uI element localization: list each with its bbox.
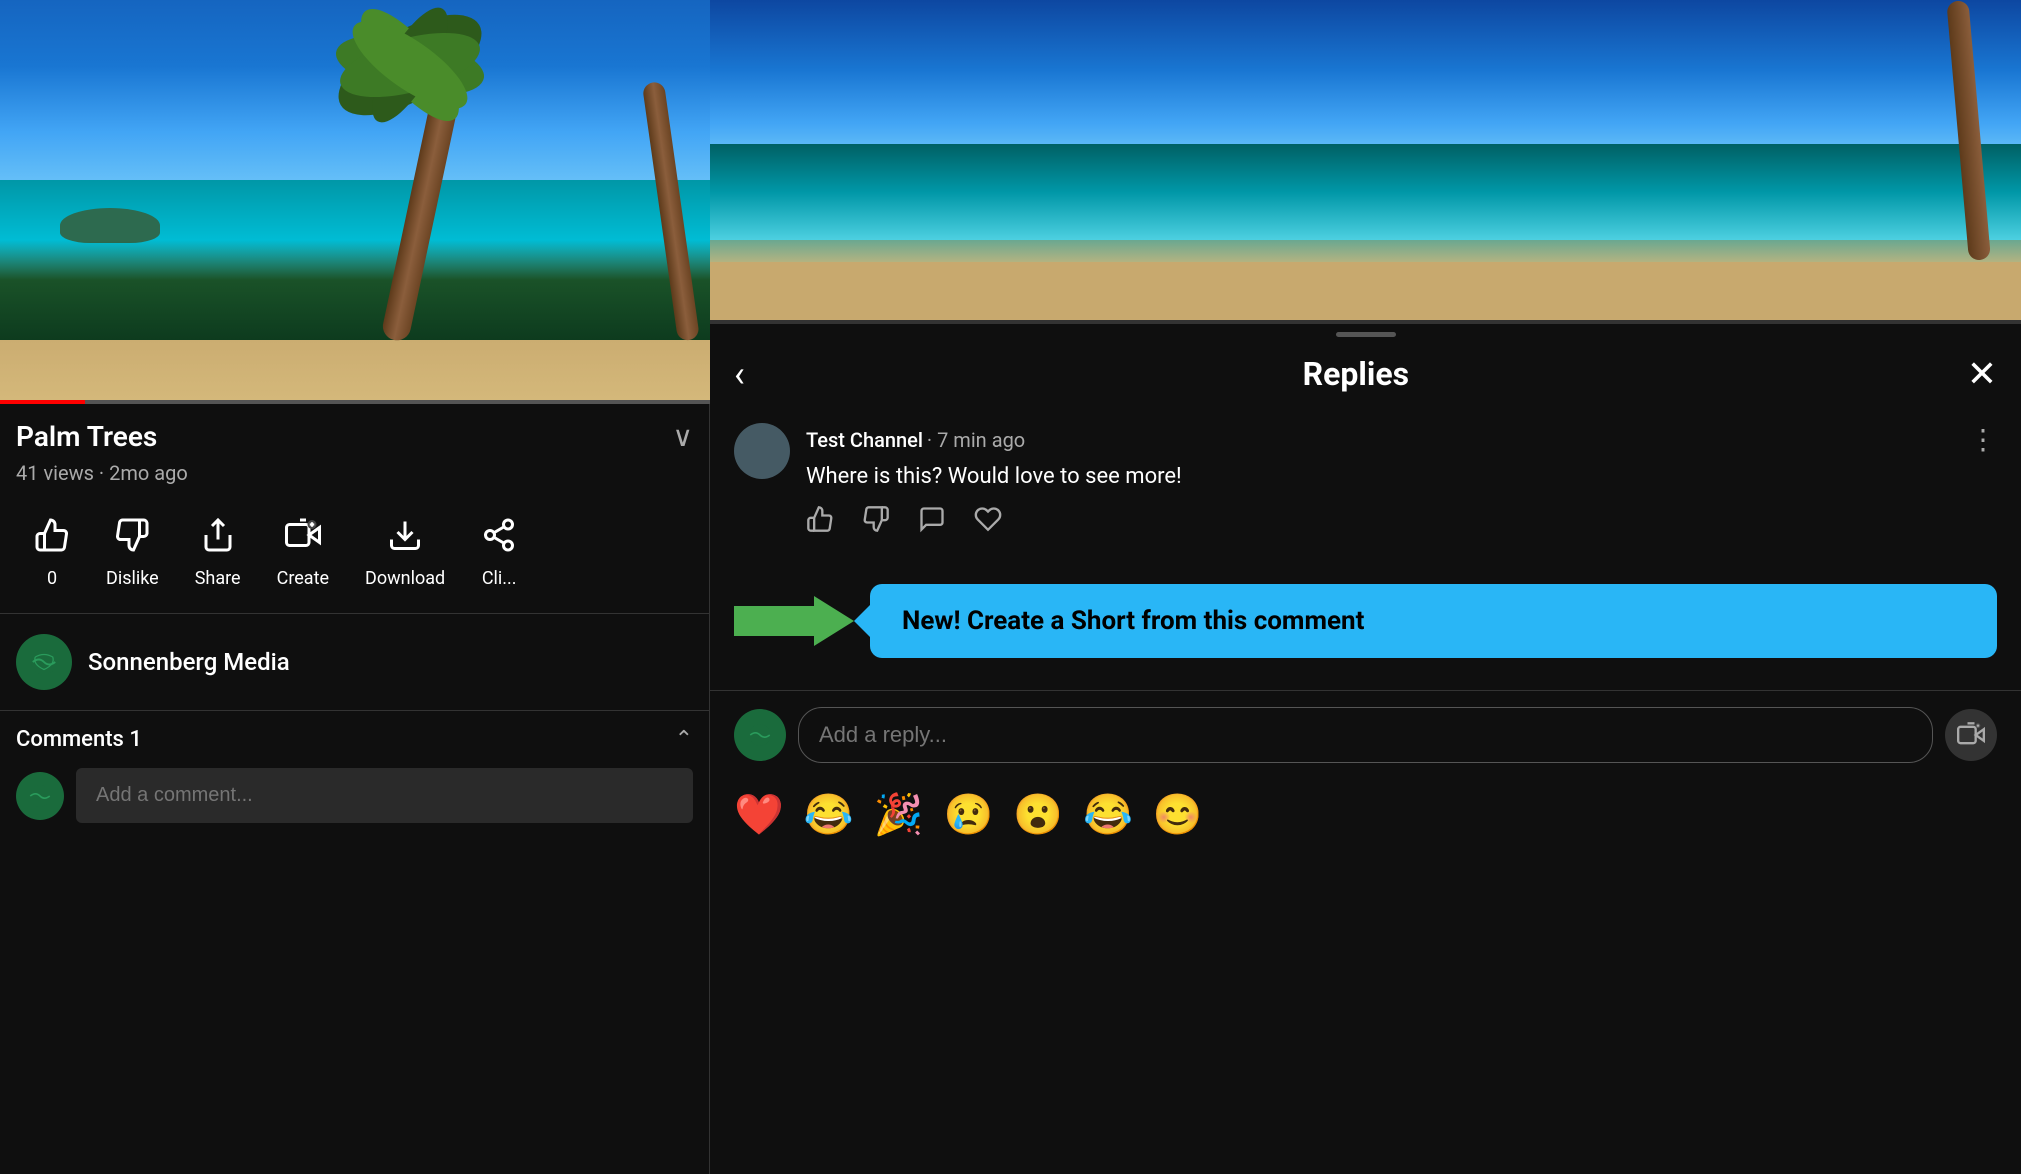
emoji-wow[interactable]: 😮: [1013, 791, 1063, 838]
emoji-row: ❤️ 😂 🎉 😢 😮 😂 😊: [710, 779, 2021, 850]
reply-heart-button[interactable]: [974, 505, 1002, 540]
video-thumbnail[interactable]: [0, 0, 710, 400]
comments-section: Comments 1 ⌃: [0, 711, 709, 839]
clip-label: Cli...: [482, 568, 517, 589]
comment-input-row: [16, 768, 693, 823]
reply-comment-text: Where is this? Would love to see more!: [806, 462, 1997, 493]
video-meta: 41 views · 2mo ago: [0, 461, 709, 501]
island-bg: [60, 208, 160, 243]
dislike-icon: [114, 517, 150, 562]
dislike-button[interactable]: Dislike: [88, 509, 177, 597]
replies-header: ‹ Replies ✕: [710, 345, 2021, 411]
emoji-laugh[interactable]: 😂: [804, 791, 854, 838]
create-short-feature-bubble[interactable]: New! Create a Short from this comment: [870, 584, 1997, 658]
reply-comment: Test Channel · 7 min ago ⋮ Where is this…: [710, 411, 2021, 552]
clip-icon: [481, 517, 517, 562]
reply-like-button[interactable]: [806, 505, 834, 540]
channel-row[interactable]: Sonnenberg Media: [0, 614, 709, 711]
reply-dislike-button[interactable]: [862, 505, 890, 540]
left-panel: Palm Trees ∨ 41 views · 2mo ago 0: [0, 0, 710, 1174]
like-icon: [34, 517, 70, 562]
reply-time: ·: [927, 428, 937, 452]
channel-avatar: [16, 634, 72, 690]
comments-count: 1: [129, 727, 142, 752]
clip-button[interactable]: Cli...: [463, 509, 535, 597]
right-sand-bg: [710, 262, 2021, 320]
emoji-party[interactable]: 🎉: [874, 791, 924, 838]
reply-author-row: Test Channel · 7 min ago ⋮: [806, 423, 1997, 456]
green-arrow-icon: [734, 591, 854, 651]
close-button[interactable]: ✕: [1967, 353, 1997, 395]
reply-comment-content: Test Channel · 7 min ago ⋮ Where is this…: [806, 423, 1997, 540]
emoji-laugh2[interactable]: 😂: [1083, 791, 1133, 838]
download-button[interactable]: Download: [347, 509, 463, 597]
video-info: Palm Trees ∨: [0, 404, 709, 461]
reply-time-value: 7 min ago: [937, 428, 1025, 452]
comments-title: Comments 1: [16, 727, 142, 752]
video-age: 2mo ago: [109, 461, 188, 485]
right-panel: ‹ Replies ✕ Test Channel · 7 min ago ⋮ W…: [710, 0, 2021, 1174]
replies-title: Replies: [745, 355, 1967, 393]
add-comment-input[interactable]: [76, 768, 693, 823]
video-progress-bar[interactable]: [0, 400, 710, 404]
share-label: Share: [195, 568, 241, 589]
collapse-button[interactable]: ∨: [673, 420, 694, 453]
comment-options-button[interactable]: ⋮: [1969, 423, 1997, 456]
reply-commenter-avatar: [734, 423, 790, 479]
video-views: 41 views: [16, 461, 94, 485]
comments-header: Comments 1 ⌃: [16, 727, 693, 752]
comments-sort-icon[interactable]: ⌃: [675, 727, 693, 752]
new-feature-area: New! Create a Short from this comment: [710, 560, 2021, 682]
right-sea-bg: [710, 144, 2021, 240]
share-button[interactable]: Share: [177, 509, 259, 597]
create-short-feature-text: New! Create a Short from this comment: [902, 606, 1364, 636]
reply-create-short-button[interactable]: [1945, 709, 1997, 761]
create-label: Create: [277, 568, 329, 589]
video-title: Palm Trees: [16, 420, 157, 453]
like-count: 0: [47, 568, 57, 589]
drag-handle[interactable]: [710, 324, 2021, 345]
video-progress-fill: [0, 400, 85, 404]
download-label: Download: [365, 568, 445, 589]
reply-author-name: Test Channel: [806, 428, 923, 452]
create-icon: [285, 517, 321, 562]
reply-user-avatar: [734, 709, 786, 761]
user-avatar: [16, 772, 64, 820]
reply-reply-button[interactable]: [918, 505, 946, 540]
emoji-smile[interactable]: 😊: [1153, 791, 1203, 838]
reply-input-row: [710, 690, 2021, 779]
add-reply-input[interactable]: [798, 707, 1933, 763]
drag-handle-bar: [1336, 332, 1396, 337]
back-button[interactable]: ‹: [734, 353, 745, 395]
emoji-heart[interactable]: ❤️: [734, 791, 784, 838]
like-button[interactable]: 0: [16, 509, 88, 597]
dislike-label: Dislike: [106, 568, 159, 589]
reply-action-buttons: [806, 505, 1997, 540]
palm-leaves: [300, 5, 520, 165]
channel-name: Sonnenberg Media: [88, 648, 290, 676]
emoji-sad[interactable]: 😢: [943, 791, 993, 838]
right-video-thumbnail[interactable]: [710, 0, 2021, 320]
action-bar: 0 Dislike Share: [0, 501, 709, 614]
vegetation-bg: [0, 240, 710, 340]
share-icon: [200, 517, 236, 562]
download-icon: [387, 517, 423, 562]
create-button[interactable]: Create: [259, 509, 347, 597]
